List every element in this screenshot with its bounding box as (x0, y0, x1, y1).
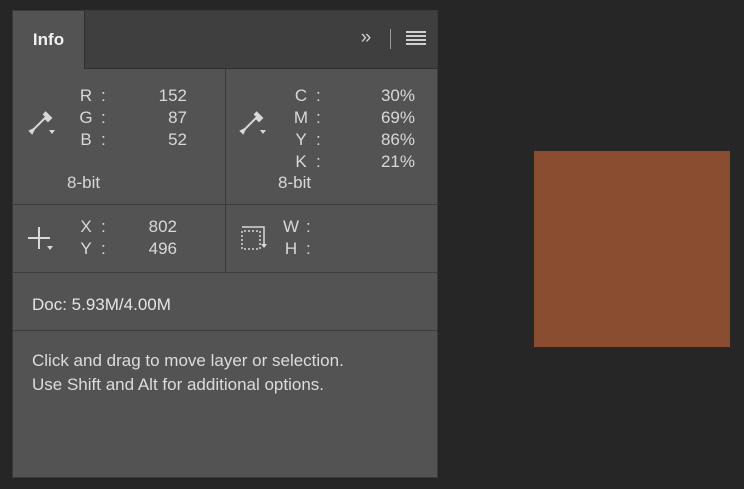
color-swatch (534, 151, 730, 347)
axis-label: Y (80, 239, 92, 258)
tab-info[interactable]: Info (13, 11, 85, 69)
panel-tab-bar: Info ›› (13, 11, 437, 69)
position-readout: X : 802 Y : 496 (13, 205, 225, 273)
tool-hint-line: Use Shift and Alt for additional options… (32, 375, 325, 394)
rgb-bit-depth[interactable]: 8-bit (67, 173, 100, 193)
position-values: X : 802 Y : 496 (77, 216, 177, 260)
axis-value: 496 (148, 239, 177, 258)
eyedropper-icon[interactable] (27, 109, 55, 139)
channel-value: 52 (168, 130, 187, 149)
panel-menu-icon[interactable] (406, 31, 426, 47)
size-values: W : H : (282, 216, 382, 260)
channel-label: G (79, 108, 93, 127)
document-size-readout: Doc: 5.93M/4.00M (32, 295, 171, 314)
colon: : (101, 130, 106, 149)
channel-label: R (79, 86, 93, 105)
channel-label: C (294, 86, 308, 105)
colon: : (306, 239, 311, 258)
cmyk-bit-depth[interactable]: 8-bit (278, 173, 311, 193)
channel-value: 152 (158, 86, 187, 105)
tab-bar-divider (390, 29, 391, 49)
cmyk-row-y: Y : 86% (292, 129, 415, 151)
tool-hint-text: Click and drag to move layer or selectio… (32, 349, 344, 397)
channel-value: 86% (380, 130, 415, 149)
selection-size-icon (241, 226, 267, 250)
colon: : (101, 86, 106, 105)
rgb-readout: R : 152 G : 87 B : 52 8-bit (13, 69, 225, 205)
double-chevron-icon[interactable]: ›› (353, 26, 377, 50)
colon: : (316, 86, 321, 105)
colon: : (101, 239, 106, 258)
color-readout-section: R : 152 G : 87 B : 52 8-bit C: 30% M: … (13, 69, 437, 205)
rgb-values: R : 152 G : 87 B : 52 (77, 85, 187, 151)
colon: : (316, 152, 321, 171)
channel-value: 30% (380, 86, 415, 105)
channel-value: 69% (380, 108, 415, 127)
size-row-h: H : (282, 238, 382, 260)
axis-label: X (80, 217, 92, 236)
cmyk-row-k: K : 21% (292, 151, 415, 173)
position-row-y: Y : 496 (77, 238, 177, 260)
channel-value: 21% (380, 152, 415, 171)
crosshair-icon[interactable] (27, 225, 55, 253)
info-panel: Info ›› R : 152 G : 87 B: 52 8-bit C: … (12, 10, 438, 478)
colon: : (316, 108, 321, 127)
cmyk-row-m: M : 69% (292, 107, 415, 129)
channel-label: Y (295, 130, 307, 149)
channel-label: K (295, 152, 307, 171)
size-row-w: W : (282, 216, 382, 238)
tool-hint-line: Click and drag to move layer or selectio… (32, 351, 344, 370)
rgb-row-g: G : 87 (77, 107, 187, 129)
eyedropper-icon[interactable] (238, 109, 266, 139)
colon: : (306, 217, 311, 236)
channel-label: M (293, 108, 309, 127)
rgb-row-b: B : 52 (77, 129, 187, 151)
dimension-label: H (284, 239, 298, 258)
cmyk-values: C : 30% M : 69% Y : 86% K : 21% (292, 85, 415, 173)
axis-value: 802 (148, 217, 177, 236)
size-readout: W : H : (226, 205, 438, 273)
colon: : (101, 217, 106, 236)
channel-value: 87 (168, 108, 187, 127)
dimension-label: W (282, 217, 300, 236)
position-size-section: X : 802 Y : 496 W : H: (13, 205, 437, 273)
colon: : (101, 108, 106, 127)
tool-hint-section: Click and drag to move layer or selectio… (13, 331, 437, 477)
channel-label: B (80, 130, 92, 149)
cmyk-readout: C : 30% M : 69% Y : 86% K : 21% 8-bit (226, 69, 438, 205)
rgb-row-r: R : 152 (77, 85, 187, 107)
position-row-x: X : 802 (77, 216, 177, 238)
cmyk-row-c: C : 30% (292, 85, 415, 107)
colon: : (316, 130, 321, 149)
document-size-section: Doc: 5.93M/4.00M (13, 273, 437, 331)
